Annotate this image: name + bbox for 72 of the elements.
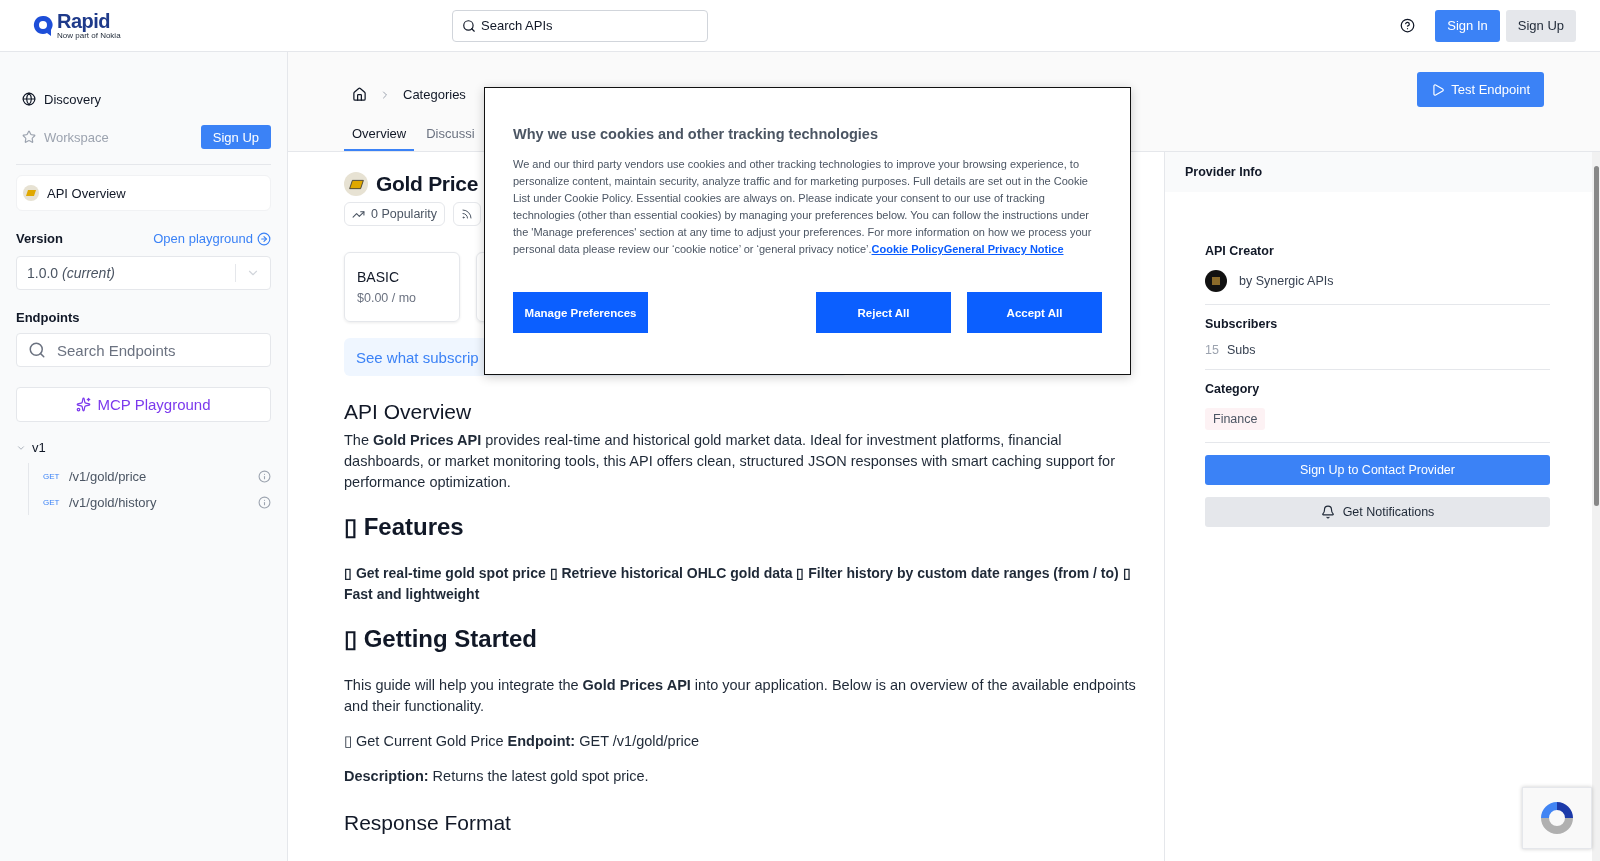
paragraph: The Gold Prices API provides real-time and historical gold market data. Ideal for investment platforms, financial dashboards, or market monitoring tools, this API offers clean, structured JSON responses with smart caching support for performance optimization.	[344, 431, 1116, 492]
paragraph: This guide will help you integrate the Gold Prices API into your application. Below is an overview of the available endpoints and their functionality.	[344, 676, 1136, 716]
avatar	[1205, 270, 1227, 292]
scrollbar-thumb[interactable]	[1593, 166, 1599, 506]
endpoint-search-field[interactable]: Search Endpoints	[16, 333, 271, 367]
category-label: Category	[1205, 382, 1261, 396]
sign-up-button[interactable]: Sign Up	[200, 125, 271, 149]
logo-name: Rapid	[57, 11, 112, 31]
play-icon	[1431, 82, 1446, 97]
search-field[interactable]: Search APIs	[452, 9, 708, 42]
subscriber-unit: Subs	[1226, 343, 1256, 357]
version-label: Version	[16, 231, 63, 246]
endpoint-path: /v1/gold/history	[69, 494, 158, 510]
nav-item[interactable]: Discovery	[22, 91, 271, 107]
section-heading: ▯ Features	[344, 513, 465, 541]
creator-label: API Creator	[1205, 244, 1275, 258]
rss-icon	[461, 208, 473, 220]
endpoint-path: /v1/gold/price	[69, 468, 148, 484]
policy-link[interactable]: General Privacy Notice	[943, 243, 1064, 255]
sign-up-button[interactable]: Sign Up	[1505, 9, 1576, 42]
plan-card[interactable]: BASIC $0.00 / mo	[344, 252, 460, 322]
test-endpoint-button[interactable]: Test Endpoint	[1417, 72, 1544, 107]
consent-button[interactable]: Reject All	[816, 292, 951, 333]
sign-in-button[interactable]: Sign In	[1435, 9, 1500, 42]
group-label: v1	[32, 440, 46, 455]
method-label: GET	[43, 497, 61, 507]
sparkles-icon	[76, 397, 92, 412]
category-tag[interactable]: Finance	[1205, 408, 1266, 430]
dialog-text: We and our third party vendors use cookies and other tracking technologies to improve your browsing experience, to personalize content, maintain security, analyze traffic and for marketing purposes. Full details are set out in the Cookie List under Cookie Policy. Essential cookies are always on. Please indicate your consent to our use of tracking technologies (other than essential cookies) by managing your preferences below. You can follow the instructions under the 'Manage preferences' section at any time to adjust your preferences. For more information on how we process your personal data please review our ‘cookie notice’ or ‘general privacy notice’.Cookie PolicyGeneral Privacy Notice	[513, 157, 1093, 257]
mcp-playground-button[interactable]: MCP Playground	[16, 387, 271, 422]
consent-button[interactable]: Manage Preferences	[513, 292, 648, 333]
consent-button[interactable]: Accept All	[967, 292, 1102, 333]
creator-name[interactable]: by Synergic APIs	[1239, 274, 1334, 288]
search-icon	[28, 341, 46, 359]
tree-group[interactable]: v1	[16, 440, 271, 455]
paragraph: Description: Returns the latest gold spot price.	[344, 767, 650, 786]
contact-provider-button[interactable]: Sign Up to Contact Provider	[1205, 455, 1550, 485]
endpoint-item[interactable]: GET /v1/gold/history	[43, 489, 271, 515]
paragraph: ▯ Get Current Gold Price Endpoint: GET /v1/gold/price	[344, 732, 701, 751]
breadcrumb-link[interactable]: Categories	[403, 87, 466, 102]
ingot-icon	[23, 185, 39, 201]
subscriber-count: 15	[1205, 343, 1219, 357]
arrow-circle-icon	[257, 231, 271, 246]
section-heading: Response Format	[344, 811, 512, 835]
bell-icon	[1320, 505, 1335, 519]
notifications-button[interactable]: Get Notifications	[1205, 497, 1550, 527]
help-icon[interactable]	[1400, 18, 1416, 33]
logo-tagline: Now part of Nokia	[57, 32, 121, 40]
popularity-badge: 0 Popularity	[344, 202, 445, 226]
overview-item[interactable]: API Overview	[16, 175, 271, 211]
api-title: Gold Price	[376, 172, 479, 196]
tab[interactable]: Overview	[344, 117, 415, 151]
section-heading: ▯ Getting Started	[344, 625, 538, 653]
policy-link[interactable]: Cookie Policy	[871, 243, 944, 255]
method-label: GET	[43, 471, 61, 481]
star-icon	[22, 130, 36, 144]
section-heading: API Overview	[344, 400, 473, 424]
endpoint-item[interactable]: GET /v1/gold/price	[43, 463, 271, 489]
recaptcha-icon[interactable]	[1522, 787, 1592, 849]
home-icon[interactable]	[352, 87, 367, 102]
endpoints-label: Endpoints	[16, 310, 80, 325]
version-select[interactable]: 1.0.0 (current)	[16, 256, 271, 290]
search-icon	[462, 18, 476, 33]
logo-icon	[33, 14, 53, 37]
provider-info-header: Provider Info	[1165, 152, 1592, 192]
dialog-title: Why we use cookies and other tracking technologies	[513, 126, 879, 142]
tab[interactable]: Discussi	[418, 117, 483, 151]
open-playground-link[interactable]: Open playground	[153, 231, 271, 246]
feature-list: ▯ Get real-time gold spot price ▯ Retrieve historical OHLC gold data ▯ Filter history by custom date ranges (from / to) ▯ Fast and lightweight	[344, 563, 1136, 605]
globe-icon	[22, 92, 36, 106]
subscribers-label: Subscribers	[1205, 317, 1279, 331]
ingot-icon	[344, 172, 368, 196]
